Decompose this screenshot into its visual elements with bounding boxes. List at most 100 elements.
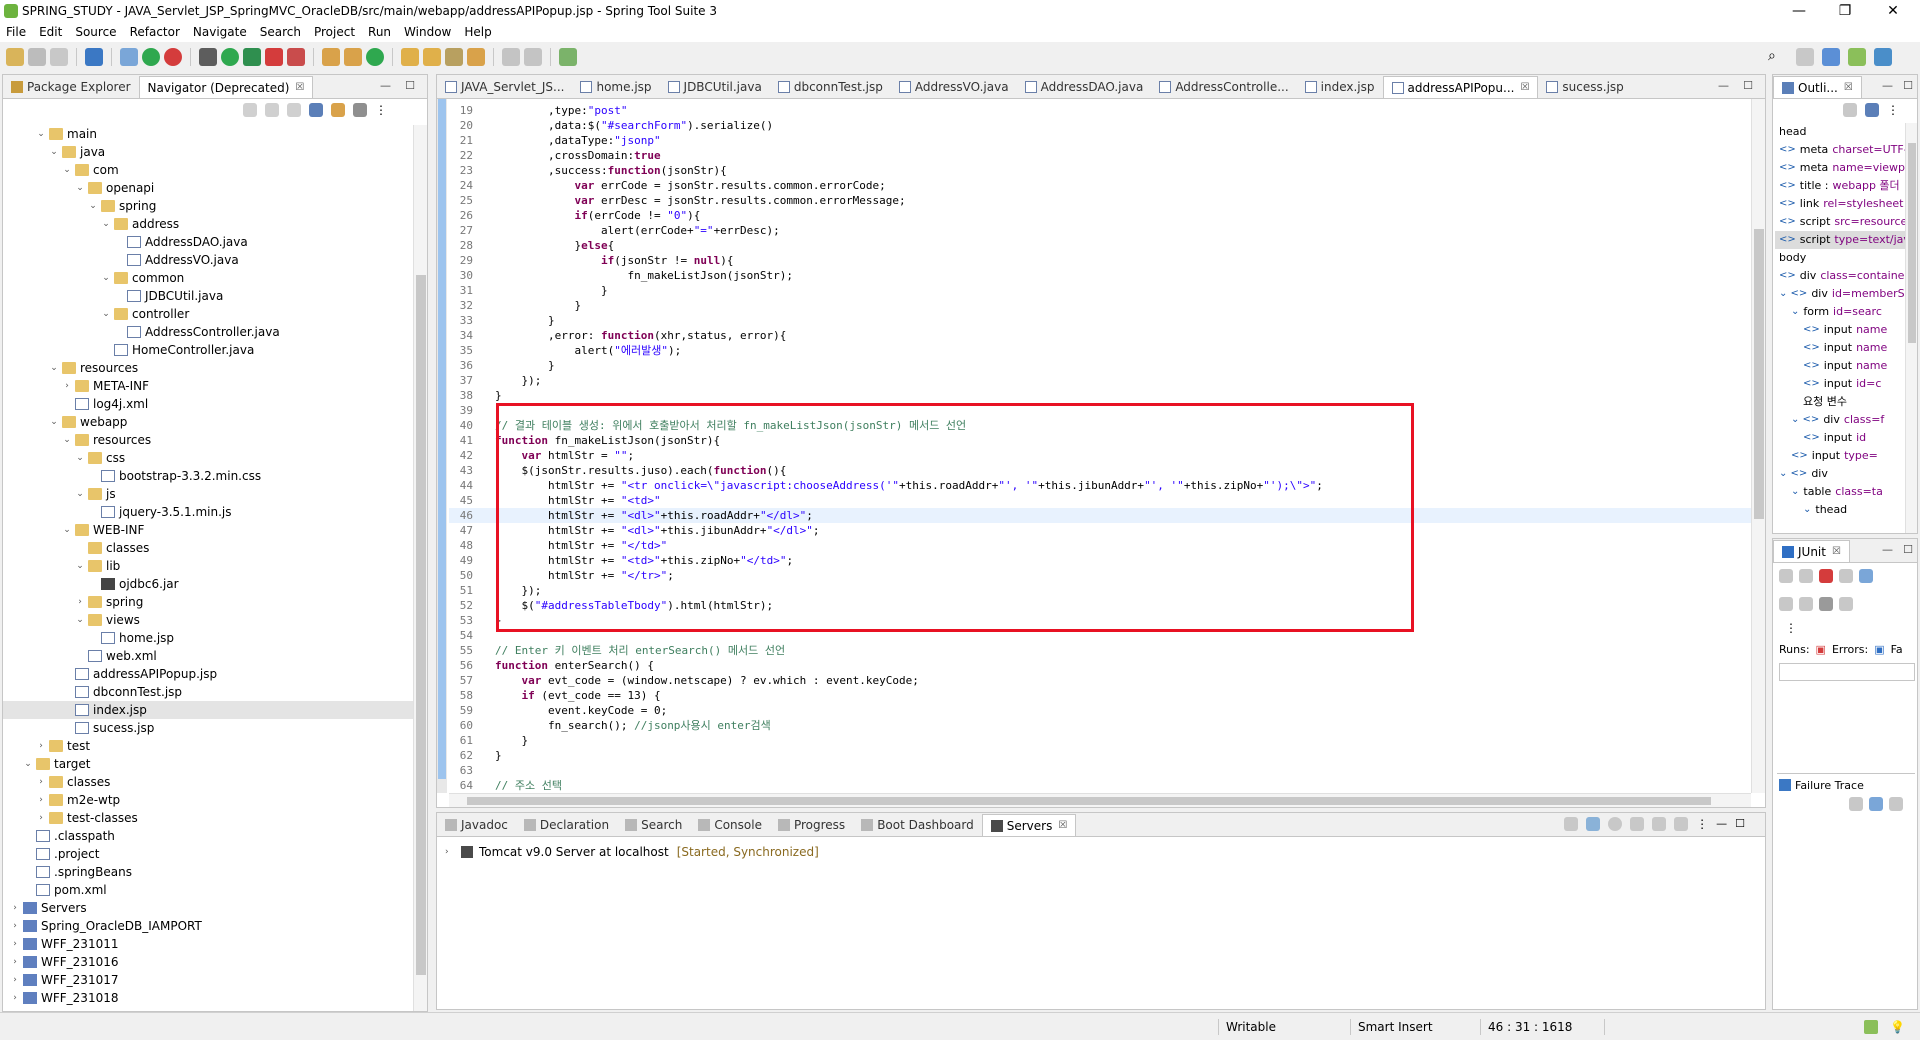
compare-icon[interactable] [1849, 797, 1863, 811]
code-line[interactable]: 23 ,success:function(jsonStr){ [449, 163, 1751, 178]
view-menu-icon[interactable]: ⋮ [1696, 817, 1708, 831]
menu-help[interactable]: Help [464, 25, 491, 39]
coverage-icon[interactable] [243, 48, 261, 66]
tree-item[interactable]: AddressDAO.java [3, 233, 413, 251]
outline-item[interactable]: ⌄ table class=ta [1775, 483, 1905, 501]
tree-item[interactable]: ⌄ spring [3, 197, 413, 215]
code-text[interactable]: var errDesc = jsonStr.results.common.err… [477, 193, 905, 208]
code-text[interactable] [477, 763, 495, 778]
code-line[interactable]: 36 } [449, 358, 1751, 373]
expand-icon[interactable]: › [9, 989, 21, 1007]
outline-item[interactable]: <> input name [1775, 321, 1905, 339]
expand-icon[interactable]: › [35, 737, 47, 755]
tab-junit[interactable]: JUnit ☒ [1773, 540, 1850, 562]
outline-item[interactable]: ⌄ <> div [1775, 465, 1905, 483]
outline-item[interactable]: body [1775, 249, 1905, 267]
code-text[interactable]: if (evt_code == 13) { [477, 688, 661, 703]
minimize-view-icon[interactable]: — [1716, 817, 1727, 831]
view-menu-icon[interactable]: ⋮ [375, 103, 387, 117]
menu-window[interactable]: Window [404, 25, 451, 39]
tree-item[interactable]: ⌄ resources [3, 431, 413, 449]
maximize-view-icon[interactable]: ☐ [1903, 79, 1913, 92]
tree-item[interactable]: log4j.xml [3, 395, 413, 413]
code-text[interactable]: }); [477, 373, 541, 388]
close-icon[interactable]: ☒ [295, 82, 304, 93]
rerun-icon[interactable] [1779, 597, 1793, 611]
maximize-view-icon[interactable]: ☐ [1903, 543, 1913, 556]
code-line[interactable]: 38} [449, 388, 1751, 403]
expand-icon[interactable]: › [9, 971, 21, 989]
outline-item[interactable]: ⌄ form id=searc [1775, 303, 1905, 321]
tree-item[interactable]: ⌄ main [3, 125, 413, 143]
new-icon[interactable] [6, 48, 24, 66]
back-icon[interactable] [502, 48, 520, 66]
tree-item[interactable]: › Spring_OracleDB_IAMPORT [3, 917, 413, 935]
tree-item[interactable]: AddressVO.java [3, 251, 413, 269]
code-line[interactable]: 63 [449, 763, 1751, 778]
close-icon[interactable]: ☒ [1832, 546, 1841, 557]
code-text[interactable]: // 주소 선택 [477, 778, 562, 791]
expand-icon[interactable]: ⌄ [61, 431, 73, 449]
code-line[interactable]: 31 } [449, 283, 1751, 298]
code-text[interactable]: var evt_code = (window.netscape) ? ev.wh… [477, 673, 919, 688]
outline-item[interactable]: <> div class=container [1775, 267, 1905, 285]
code-text[interactable]: } [477, 358, 555, 373]
tree-item[interactable]: ⌄ controller [3, 305, 413, 323]
code-line[interactable]: 25 var errDesc = jsonStr.results.common.… [449, 193, 1751, 208]
editor-tab[interactable]: JAVA_Servlet_JS... [437, 76, 572, 98]
expand-icon[interactable]: ⌄ [74, 179, 86, 197]
scroll-lock-icon[interactable] [1839, 569, 1853, 583]
tree-item[interactable]: ⌄ target [3, 755, 413, 773]
tree-item[interactable]: › WFF_231018 [3, 989, 413, 1007]
tree-item[interactable]: jquery-3.5.1.min.js [3, 503, 413, 521]
tree-item[interactable]: bootstrap-3.3.2.min.css [3, 467, 413, 485]
code-text[interactable]: var errCode = jsonStr.results.common.err… [477, 178, 885, 193]
code-line[interactable]: 29 if(jsonStr != null){ [449, 253, 1751, 268]
expand-icon[interactable]: › [35, 809, 47, 827]
tree-item[interactable]: .springBeans [3, 863, 413, 881]
outline-item[interactable]: ⌄ thead [1775, 501, 1905, 519]
code-text[interactable]: } [477, 313, 555, 328]
outline-item[interactable]: 요청 변수 [1775, 393, 1905, 411]
outline-item[interactable]: <>scripttype=text/java [1775, 231, 1905, 249]
close-button[interactable]: ✕ [1870, 0, 1916, 22]
outline-item[interactable]: <> meta name=viewpo [1775, 159, 1905, 177]
forward-icon[interactable] [524, 48, 542, 66]
code-text[interactable]: fn_makeListJson(jsonStr); [477, 268, 793, 283]
expand-icon[interactable]: ⌄ [22, 755, 34, 773]
expand-icon[interactable]: ⌄ [74, 557, 86, 575]
terminal-icon[interactable] [85, 48, 103, 66]
rerun-failed-icon[interactable] [1799, 597, 1813, 611]
tree-item[interactable]: ⌄ js [3, 485, 413, 503]
debug-perspective-icon[interactable] [1874, 48, 1892, 66]
code-line[interactable]: 64 // 주소 선택 [449, 778, 1751, 791]
maximize-view-icon[interactable]: ☐ [405, 79, 415, 92]
tree-item[interactable]: ⌄ common [3, 269, 413, 287]
tree-item[interactable]: .project [3, 845, 413, 863]
debug-server-icon[interactable] [1586, 817, 1601, 831]
code-text[interactable]: ,dataType:"jsonp" [477, 133, 661, 148]
menu-refactor[interactable]: Refactor [130, 25, 180, 39]
code-line[interactable]: 34 ,error: function(xhr,status, error){ [449, 328, 1751, 343]
editor-tab[interactable]: index.jsp [1297, 76, 1383, 98]
previous-failure-icon[interactable] [1799, 569, 1813, 583]
view-menu-icon[interactable]: ⋮ [1785, 621, 1797, 635]
code-text[interactable]: } [477, 733, 528, 748]
close-icon[interactable]: ☒ [1520, 82, 1529, 93]
close-icon[interactable]: ☒ [1058, 820, 1067, 831]
bottom-tab[interactable]: Search [617, 814, 690, 836]
close-icon[interactable]: ☒ [1844, 82, 1853, 93]
debug-icon[interactable] [199, 48, 217, 66]
tab-navigator[interactable]: Navigator (Deprecated) ☒ [138, 76, 314, 98]
spring-boot-icon[interactable] [142, 48, 160, 66]
history-icon[interactable] [1839, 597, 1853, 611]
code-line[interactable]: 22 ,crossDomain:true [449, 148, 1751, 163]
stop-icon[interactable] [1819, 597, 1833, 611]
new-class-icon[interactable] [366, 48, 384, 66]
code-text[interactable]: fn_search(); //jsonp사용시 enter검색 [477, 718, 771, 733]
code-line[interactable]: 26 if(errCode != "0"){ [449, 208, 1751, 223]
bottom-tab[interactable]: Servers ☒ [981, 814, 1077, 836]
expand-icon[interactable]: ⌄ [48, 413, 60, 431]
outline-item[interactable]: ⌄ <> div id=memberS [1775, 285, 1905, 303]
code-text[interactable]: alert(errCode+"="+errDesc); [477, 223, 780, 238]
